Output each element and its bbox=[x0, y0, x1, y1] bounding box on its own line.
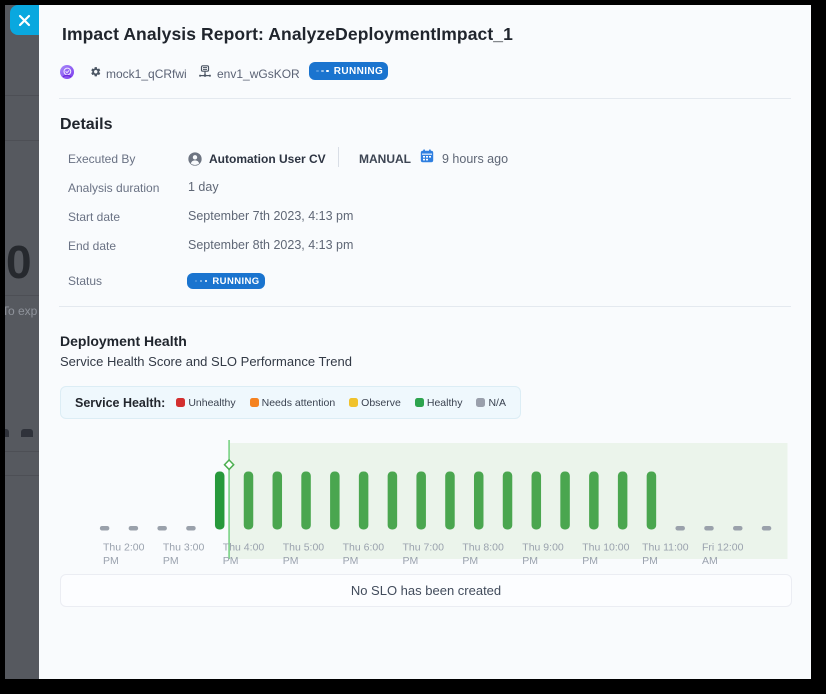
svg-text:Thu 11:00: Thu 11:00 bbox=[642, 542, 689, 554]
svg-text:PM: PM bbox=[223, 555, 239, 567]
svg-text:AM: AM bbox=[702, 555, 718, 567]
svg-text:PM: PM bbox=[103, 555, 119, 567]
svg-text:PM: PM bbox=[642, 555, 658, 567]
svg-text:Fri 12:00: Fri 12:00 bbox=[702, 542, 744, 554]
svg-text:Thu 7:00: Thu 7:00 bbox=[403, 542, 445, 554]
svg-text:Thu 9:00: Thu 9:00 bbox=[522, 542, 564, 554]
svg-text:PM: PM bbox=[582, 555, 598, 567]
svg-text:PM: PM bbox=[343, 555, 359, 567]
svg-text:Thu 5:00: Thu 5:00 bbox=[283, 542, 325, 554]
svg-text:Thu 3:00: Thu 3:00 bbox=[163, 542, 205, 554]
svg-text:PM: PM bbox=[462, 555, 478, 567]
svg-text:Thu 8:00: Thu 8:00 bbox=[462, 542, 504, 554]
svg-text:PM: PM bbox=[522, 555, 538, 567]
svg-text:Thu 10:00: Thu 10:00 bbox=[582, 542, 629, 554]
svg-text:Thu 4:00: Thu 4:00 bbox=[223, 542, 265, 554]
svg-text:Thu 2:00: Thu 2:00 bbox=[103, 542, 145, 554]
svg-text:PM: PM bbox=[403, 555, 419, 567]
svg-text:PM: PM bbox=[283, 555, 299, 567]
svg-text:Thu 6:00: Thu 6:00 bbox=[343, 542, 385, 554]
svg-text:PM: PM bbox=[163, 555, 179, 567]
